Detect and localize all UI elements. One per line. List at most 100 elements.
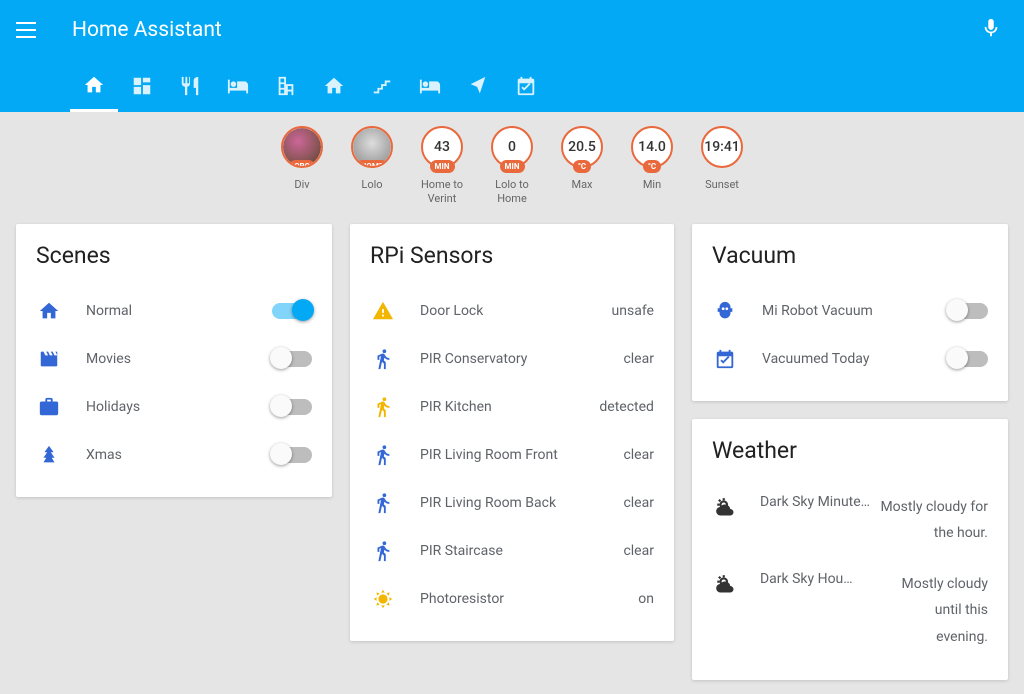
badge-5[interactable]: 14.0°CMin [624,126,680,206]
sensor-label[interactable]: PIR Living Room Front [420,447,615,463]
tab-dashboard-icon[interactable] [118,60,166,112]
vacuum-label[interactable]: Mi Robot Vacuum [762,303,948,319]
badge-6[interactable]: 19:41Sunset [694,126,750,206]
vacuum-toggle[interactable] [948,351,988,367]
sensor-label[interactable]: PIR Living Room Back [420,495,615,511]
weather-row: Dark Sky Hou…Mostly cloudy until this ev… [712,559,988,663]
sensor-label[interactable]: PIR Conservatory [420,351,615,367]
badge-chip: HOME [356,160,389,168]
sensor-value: clear [623,351,654,367]
vacuum-row: Vacuumed Today [712,335,988,383]
scene-row-normal: Normal [36,287,312,335]
badge-chip: CBC [289,160,315,168]
badge-label: Min [643,178,661,192]
weather-label[interactable]: Dark Sky Hou… [760,571,880,587]
scene-toggle-xmas[interactable] [272,447,312,463]
tab-pin-icon[interactable] [454,60,502,112]
movies-icon [36,346,62,372]
cal-check-icon [712,346,738,372]
menu-button[interactable] [16,16,44,44]
sensor-label[interactable]: PIR Kitchen [420,399,591,415]
weather-label[interactable]: Dark Sky Minute… [760,494,880,510]
robot-icon [712,298,738,324]
scene-toggle-holidays[interactable] [272,399,312,415]
scene-label[interactable]: Holidays [86,399,272,415]
sensor-value: unsafe [612,303,654,319]
sensor-row: PIR Living Room Front clear [370,431,654,479]
vacuum-row: Mi Robot Vacuum [712,287,988,335]
sensors-title: RPi Sensors [370,242,654,269]
sensor-value: detected [599,399,654,415]
sensor-label[interactable]: Photoresistor [420,591,630,607]
scene-label[interactable]: Movies [86,351,272,367]
scene-label[interactable]: Normal [86,303,272,319]
badge-label: Lolo to Home [484,178,540,206]
badge-2[interactable]: 43MINHome to Verint [414,126,470,206]
bright-icon [370,586,396,612]
walk-icon [370,490,396,516]
vacuum-label[interactable]: Vacuumed Today [762,351,948,367]
sensor-value: clear [623,447,654,463]
badge-chip: MIN [430,160,455,173]
partly-cloudy-icon [712,571,742,601]
vacuum-title: Vacuum [712,242,988,269]
scene-row-xmas: Xmas [36,431,312,479]
app-title: Home Assistant [72,18,222,42]
tab-bed-icon[interactable] [214,60,262,112]
sensor-row: Photoresistor on [370,575,654,623]
vacuum-card: Vacuum Mi Robot Vacuum Vacuumed Today [692,224,1008,401]
scene-label[interactable]: Xmas [86,447,272,463]
tab-office-icon[interactable] [262,60,310,112]
sensor-row: PIR Staircase clear [370,527,654,575]
scene-row-movies: Movies [36,335,312,383]
tab-home-icon[interactable] [70,60,118,112]
sensor-label[interactable]: PIR Staircase [420,543,615,559]
run-icon [370,394,396,420]
sensor-label[interactable]: Door Lock [420,303,604,319]
weather-title: Weather [712,437,988,464]
tab-kitchen-icon[interactable] [166,60,214,112]
sensor-row: PIR Living Room Back clear [370,479,654,527]
scenes-card: Scenes Normal Movies Holidays Xmas [16,224,332,497]
sensor-value: clear [623,495,654,511]
badge-label: Lolo [361,178,382,192]
badge-4[interactable]: 20.5°CMax [554,126,610,206]
badge-label: Div [294,178,309,192]
tab-stairs-icon[interactable] [358,60,406,112]
tab-bed2-icon[interactable] [406,60,454,112]
holidays-icon [36,394,62,420]
sensor-value: on [638,591,654,607]
alert-icon [370,298,396,324]
weather-card: Weather Dark Sky Minute…Mostly cloudy fo… [692,419,1008,681]
sensor-row: Door Lock unsafe [370,287,654,335]
tab-calendar-check-icon[interactable] [502,60,550,112]
vacuum-toggle[interactable] [948,303,988,319]
scene-toggle-movies[interactable] [272,351,312,367]
sensor-row: PIR Conservatory clear [370,335,654,383]
microphone-button[interactable] [974,11,1008,49]
badge-0[interactable]: CBC Div [274,126,330,206]
badge-chip: °C [573,160,591,173]
badge-label: Home to Verint [414,178,470,206]
tab-bar [0,60,1024,112]
badge-label: Sunset [705,178,739,192]
badge-1[interactable]: HOME Lolo [344,126,400,206]
scene-row-holidays: Holidays [36,383,312,431]
sensors-card: RPi Sensors Door Lock unsafe PIR Conservat… [350,224,674,641]
scenes-title: Scenes [36,242,312,269]
badge-3[interactable]: 0MINLolo to Home [484,126,540,206]
walk-icon [370,442,396,468]
scene-toggle-normal[interactable] [272,303,312,319]
badge-label: Max [571,178,592,192]
badges-row: CBCDivHOMELolo43MINHome to Verint0MINLol… [0,112,1024,210]
walk-icon [370,538,396,564]
xmas-icon [36,442,62,468]
weather-value: Mostly cloudy for the hour. [880,494,988,547]
sensor-value: clear [623,543,654,559]
badge-chip: MIN [500,160,525,173]
home-icon [36,298,62,324]
tab-house-alt-icon[interactable] [310,60,358,112]
weather-row: Dark Sky Minute…Mostly cloudy for the ho… [712,482,988,559]
weather-value: Mostly cloudy until this evening. [880,571,988,651]
partly-cloudy-icon [712,494,742,524]
